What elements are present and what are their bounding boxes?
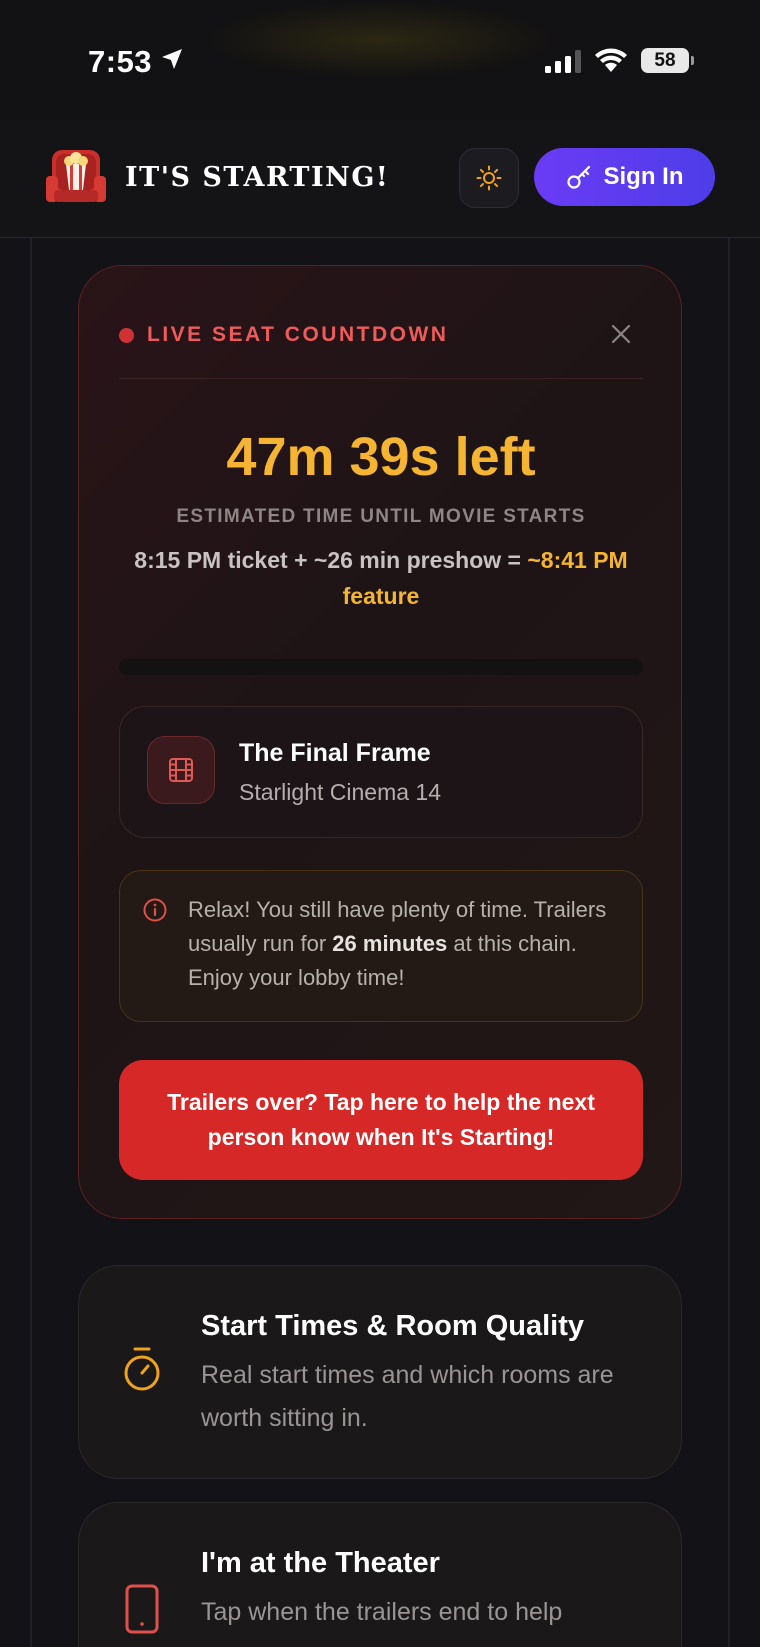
status-glow <box>200 0 560 80</box>
cinema-seat-popcorn-logo[interactable] <box>46 146 106 206</box>
feature-title: I'm at the Theater <box>201 1547 440 1579</box>
key-icon <box>566 165 590 189</box>
close-icon[interactable] <box>609 322 633 346</box>
location-arrow-icon <box>162 49 182 69</box>
live-countdown-card: LIVE SEAT COUNTDOWN 47m 39s left ESTIMAT… <box>78 265 682 1219</box>
countdown-time-left: 47m 39s left <box>226 427 536 487</box>
brand-name: IT'S STARTING! <box>125 162 390 193</box>
feature-title: Start Times & Room Quality <box>201 1310 584 1342</box>
theater-name: Starlight Cinema 14 <box>239 779 441 805</box>
film-icon-badge <box>147 736 215 804</box>
sign-in-label: Sign In <box>603 163 684 190</box>
showtime-calculation: 8:15 PM ticket + ~26 min preshow = ~8:41… <box>119 542 643 614</box>
wifi-icon <box>595 48 627 72</box>
sun-icon <box>476 165 502 191</box>
live-countdown-label: LIVE SEAT COUNTDOWN <box>147 323 449 346</box>
cellular-signal-icon <box>545 50 581 73</box>
feature-card-at-theater[interactable]: I'm at the Theater Tap when the trailers… <box>78 1502 682 1647</box>
info-icon <box>143 898 167 922</box>
status-time: 7:53 <box>88 44 153 79</box>
info-duration: 26 minutes <box>332 931 448 956</box>
countdown-progress-bar <box>119 659 643 675</box>
battery-nub <box>691 56 694 65</box>
trailer-info-notice: Relax! You still have plenty of time. Tr… <box>119 870 643 1022</box>
stopwatch-icon <box>124 1347 160 1391</box>
feature-card-start-times[interactable]: Start Times & Room Quality Real start ti… <box>78 1265 682 1479</box>
sign-in-button[interactable]: Sign In <box>534 148 715 206</box>
status-bar: 7:53 58 <box>0 0 760 120</box>
trailers-over-button[interactable]: Trailers over? Tap here to help the next… <box>119 1060 643 1180</box>
info-text: Relax! You still have plenty of time. Tr… <box>188 893 628 995</box>
estimate-label: ESTIMATED TIME UNTIL MOVIE STARTS <box>176 506 586 527</box>
movie-info-box[interactable]: The Final Frame Starlight Cinema 14 <box>119 706 643 838</box>
film-icon <box>169 758 193 782</box>
app-header: IT'S STARTING! Sign In <box>0 120 760 238</box>
feature-description: Real start times and which rooms are wor… <box>201 1361 614 1432</box>
theme-toggle-button[interactable] <box>459 148 519 208</box>
feature-description: Tap when the trailers end to help <box>201 1598 563 1626</box>
left-rail <box>30 238 32 1647</box>
right-rail <box>728 238 730 1647</box>
battery-indicator: 58 <box>641 48 689 73</box>
live-indicator-dot <box>119 328 134 343</box>
card-divider <box>119 378 643 379</box>
calc-prefix: 8:15 PM ticket + ~26 min preshow = <box>134 547 528 573</box>
movie-title: The Final Frame <box>239 739 431 767</box>
phone-icon <box>125 1584 159 1634</box>
